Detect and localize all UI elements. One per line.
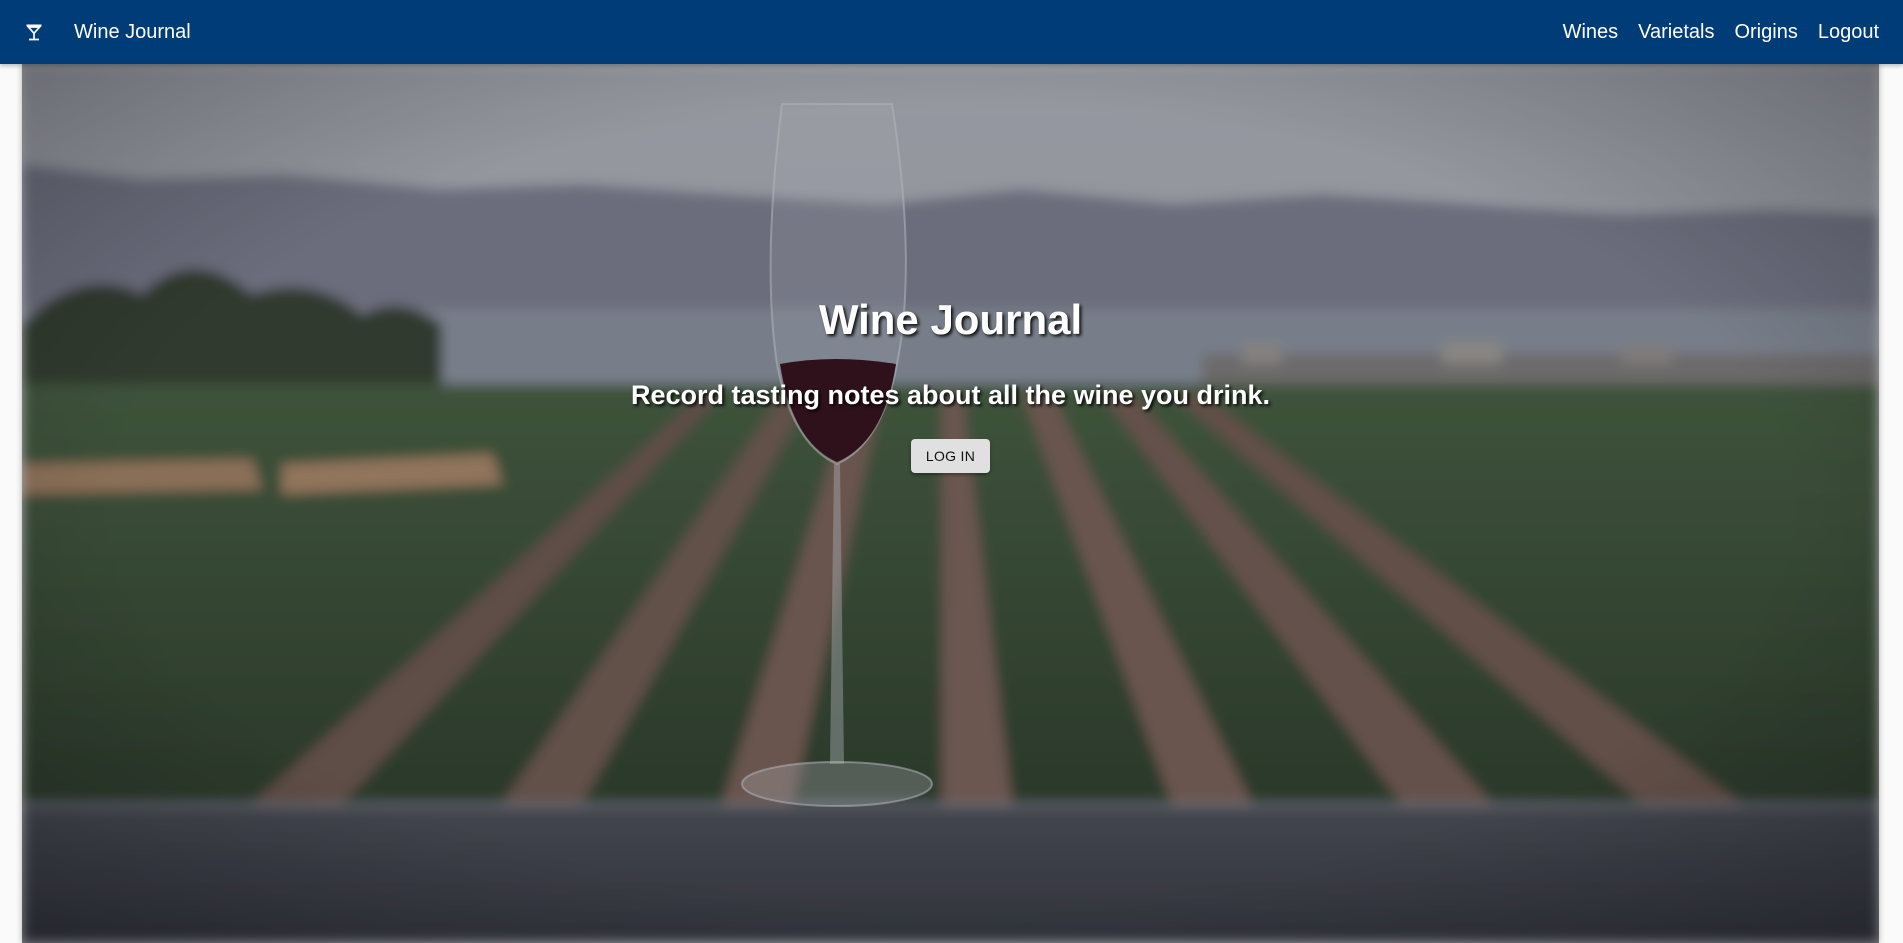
- app-bar: Wine Journal Wines Varietals Origins Log…: [0, 0, 1903, 64]
- main-nav: Wines Varietals Origins Logout: [1543, 21, 1879, 44]
- hero-content: Wine Journal Record tasting notes about …: [22, 296, 1879, 473]
- hero-section: Wine Journal Record tasting notes about …: [22, 64, 1879, 943]
- hero-dark-overlay: [22, 64, 1879, 943]
- nav-logout[interactable]: Logout: [1818, 21, 1879, 44]
- hero-title: Wine Journal: [818, 296, 1083, 343]
- hero-subtitle: Record tasting notes about all the wine …: [630, 380, 1271, 410]
- nav-wines[interactable]: Wines: [1563, 21, 1619, 44]
- app-title[interactable]: Wine Journal: [74, 21, 191, 44]
- cocktail-glass-icon[interactable]: [22, 20, 46, 44]
- login-button[interactable]: LOG IN: [910, 439, 991, 473]
- nav-varietals[interactable]: Varietals: [1638, 21, 1714, 44]
- nav-origins[interactable]: Origins: [1734, 21, 1797, 44]
